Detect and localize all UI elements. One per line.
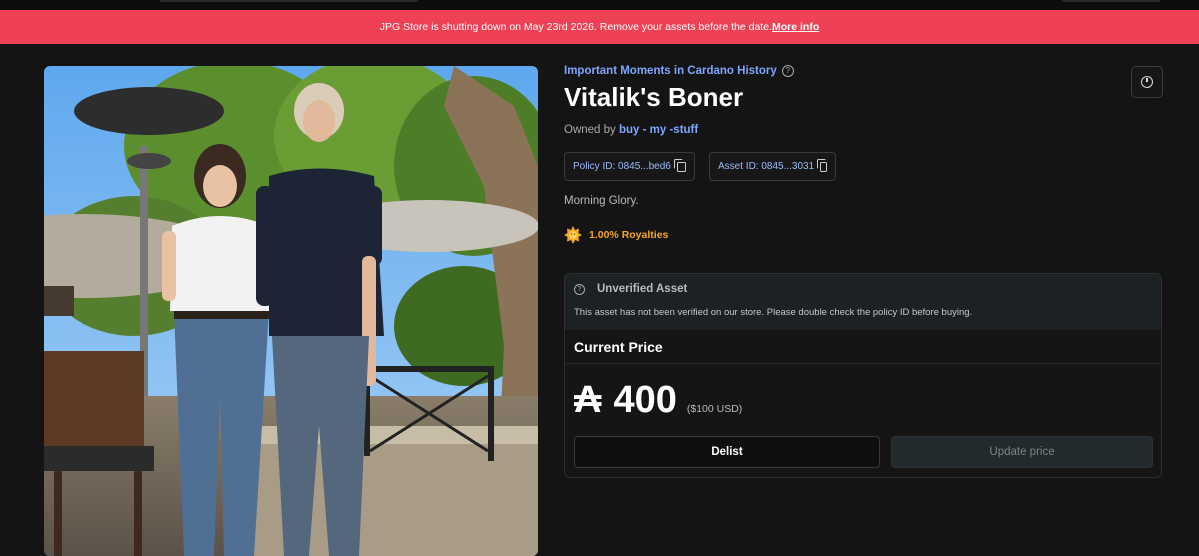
policy-id-pill[interactable]: Policy ID: 0845...bed6 — [564, 152, 695, 181]
royalties-row: 1.00% Royalties — [564, 226, 668, 244]
owner-row: Owned by buy - my -stuff — [564, 124, 698, 136]
unverified-warning: ? Unverified Asset This asset has not be… — [565, 274, 1161, 330]
asset-id-pill[interactable]: Asset ID: 0845...3031 — [709, 152, 836, 181]
price-usd: ($100 USD) — [686, 403, 743, 415]
price-row: ₳ 400 ($100 USD) — [574, 379, 742, 422]
top-navigation-bar — [0, 0, 1199, 10]
search-bar-edge[interactable] — [160, 0, 418, 2]
royalties-text: 1.00% Royalties — [589, 229, 669, 241]
price-value: 400 — [613, 379, 677, 421]
ada-currency-icon: ₳ — [574, 379, 602, 421]
owner-link[interactable]: buy - my -stuff — [619, 124, 698, 136]
clock-icon — [1141, 76, 1153, 88]
warning-text: This asset has not been verified on our … — [574, 307, 973, 318]
owned-by-label: Owned by — [564, 124, 616, 136]
sun-badge-icon — [564, 226, 582, 244]
shutdown-banner: JPG Store is shutting down on May 23rd 2… — [0, 10, 1199, 44]
asset-title: Vitalik's Boner — [564, 82, 744, 112]
current-price-label: Current Price — [574, 339, 663, 355]
asset-image[interactable] — [44, 66, 538, 556]
banner-message: JPG Store is shutting down on May 23rd 2… — [379, 21, 772, 33]
copy-icon[interactable] — [817, 158, 827, 172]
policy-id-text: Policy ID: 0845...bed6 — [573, 161, 671, 172]
asset-id-text: Asset ID: 0845...3031 — [718, 161, 815, 172]
collection-row: Important Moments in Cardano History ? — [564, 65, 794, 77]
warning-title: Unverified Asset — [597, 283, 688, 295]
collection-link[interactable]: Important Moments in Cardano History — [564, 65, 777, 77]
price-panel: ? Unverified Asset This asset has not be… — [564, 273, 1162, 478]
copy-icon[interactable] — [673, 158, 686, 172]
question-icon: ? — [574, 283, 585, 295]
update-price-button[interactable]: Update price — [891, 436, 1153, 468]
info-icon[interactable]: ? — [781, 65, 794, 77]
wallet-button-edge[interactable] — [1062, 0, 1160, 2]
asset-description: Morning Glory. — [564, 195, 639, 207]
current-price-header: Current Price — [565, 330, 1161, 364]
banner-more-info-link[interactable]: More info — [772, 21, 819, 33]
history-button[interactable] — [1131, 66, 1163, 98]
delist-button[interactable]: Delist — [574, 436, 880, 468]
